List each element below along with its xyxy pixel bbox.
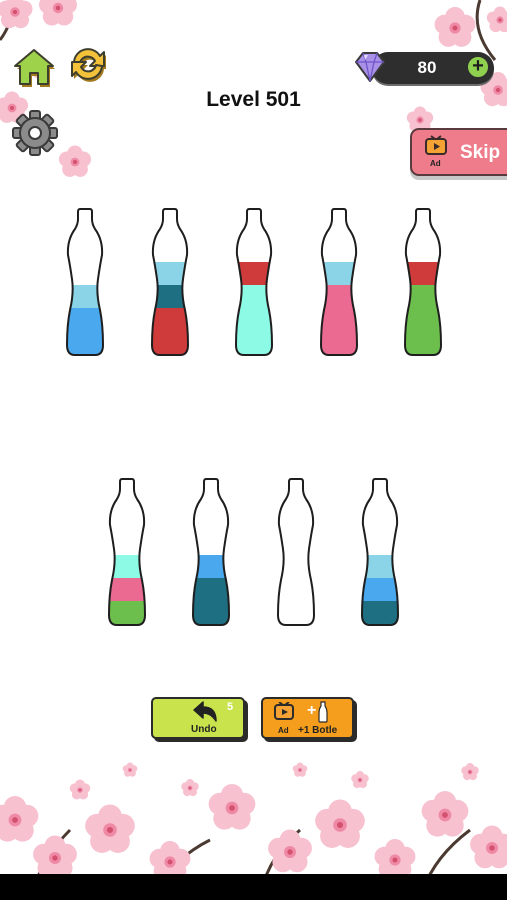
bottle[interactable]	[234, 207, 274, 357]
add-bottle-ad-badge: Ad	[278, 726, 289, 735]
liquid-layer	[405, 308, 441, 331]
plus-icon: +	[307, 702, 317, 719]
add-bottle-label: +1 Botle	[298, 725, 338, 736]
gem-count: 80	[417, 58, 437, 77]
undo-count: 5	[227, 701, 234, 713]
liquid-layer	[193, 578, 229, 601]
gem-counter: 80 +	[372, 52, 494, 84]
skip-ad-badge: Ad	[430, 159, 441, 168]
bottle-graphic	[150, 208, 190, 356]
bottle-graphic	[191, 478, 231, 626]
liquid-layer	[236, 308, 272, 331]
liquid-layer	[321, 308, 357, 331]
bottle-graphic	[319, 208, 359, 356]
restart-button[interactable]	[66, 42, 112, 88]
liquid-layer	[152, 308, 188, 331]
video-ad-icon	[274, 702, 294, 720]
undo-label: Undo	[191, 724, 217, 735]
bottle[interactable]	[191, 477, 231, 627]
bottle-graphic	[234, 208, 274, 356]
video-ad-icon	[425, 135, 447, 155]
bottle[interactable]	[403, 207, 443, 357]
bottle-graphic	[403, 208, 443, 356]
bottle[interactable]	[276, 477, 316, 627]
add-gems-button[interactable]: +	[466, 55, 490, 79]
undo-button[interactable]: 5 Undo	[151, 697, 245, 739]
system-navigation-bar	[0, 874, 507, 900]
liquid-layer	[67, 308, 103, 331]
bottle-graphic	[360, 478, 400, 626]
bottle[interactable]	[65, 207, 105, 357]
liquid-layer	[362, 578, 398, 601]
restart-icon	[71, 48, 106, 82]
bottle[interactable]	[107, 477, 147, 627]
plus-icon: +	[472, 55, 484, 77]
liquid-layer	[109, 578, 145, 601]
home-button[interactable]	[10, 44, 58, 88]
bottle-graphic	[276, 478, 316, 626]
gear-icon	[12, 110, 58, 156]
home-icon	[14, 49, 55, 87]
undo-arrow-icon	[193, 701, 217, 722]
bottle[interactable]	[150, 207, 190, 357]
bottle[interactable]	[319, 207, 359, 357]
mini-bottle-icon	[318, 701, 328, 723]
skip-label: Skip	[460, 142, 501, 163]
add-bottle-button[interactable]: Ad + +1 Botle	[261, 697, 354, 739]
bottle-outline	[276, 478, 316, 626]
level-title: Level 501	[206, 88, 301, 111]
bottle-graphic	[107, 478, 147, 626]
bottle[interactable]	[360, 477, 400, 627]
bottle-graphic	[65, 208, 105, 356]
skip-button[interactable]: Ad Skip	[410, 128, 507, 176]
diamond-icon	[355, 52, 385, 82]
settings-button[interactable]	[10, 108, 60, 158]
